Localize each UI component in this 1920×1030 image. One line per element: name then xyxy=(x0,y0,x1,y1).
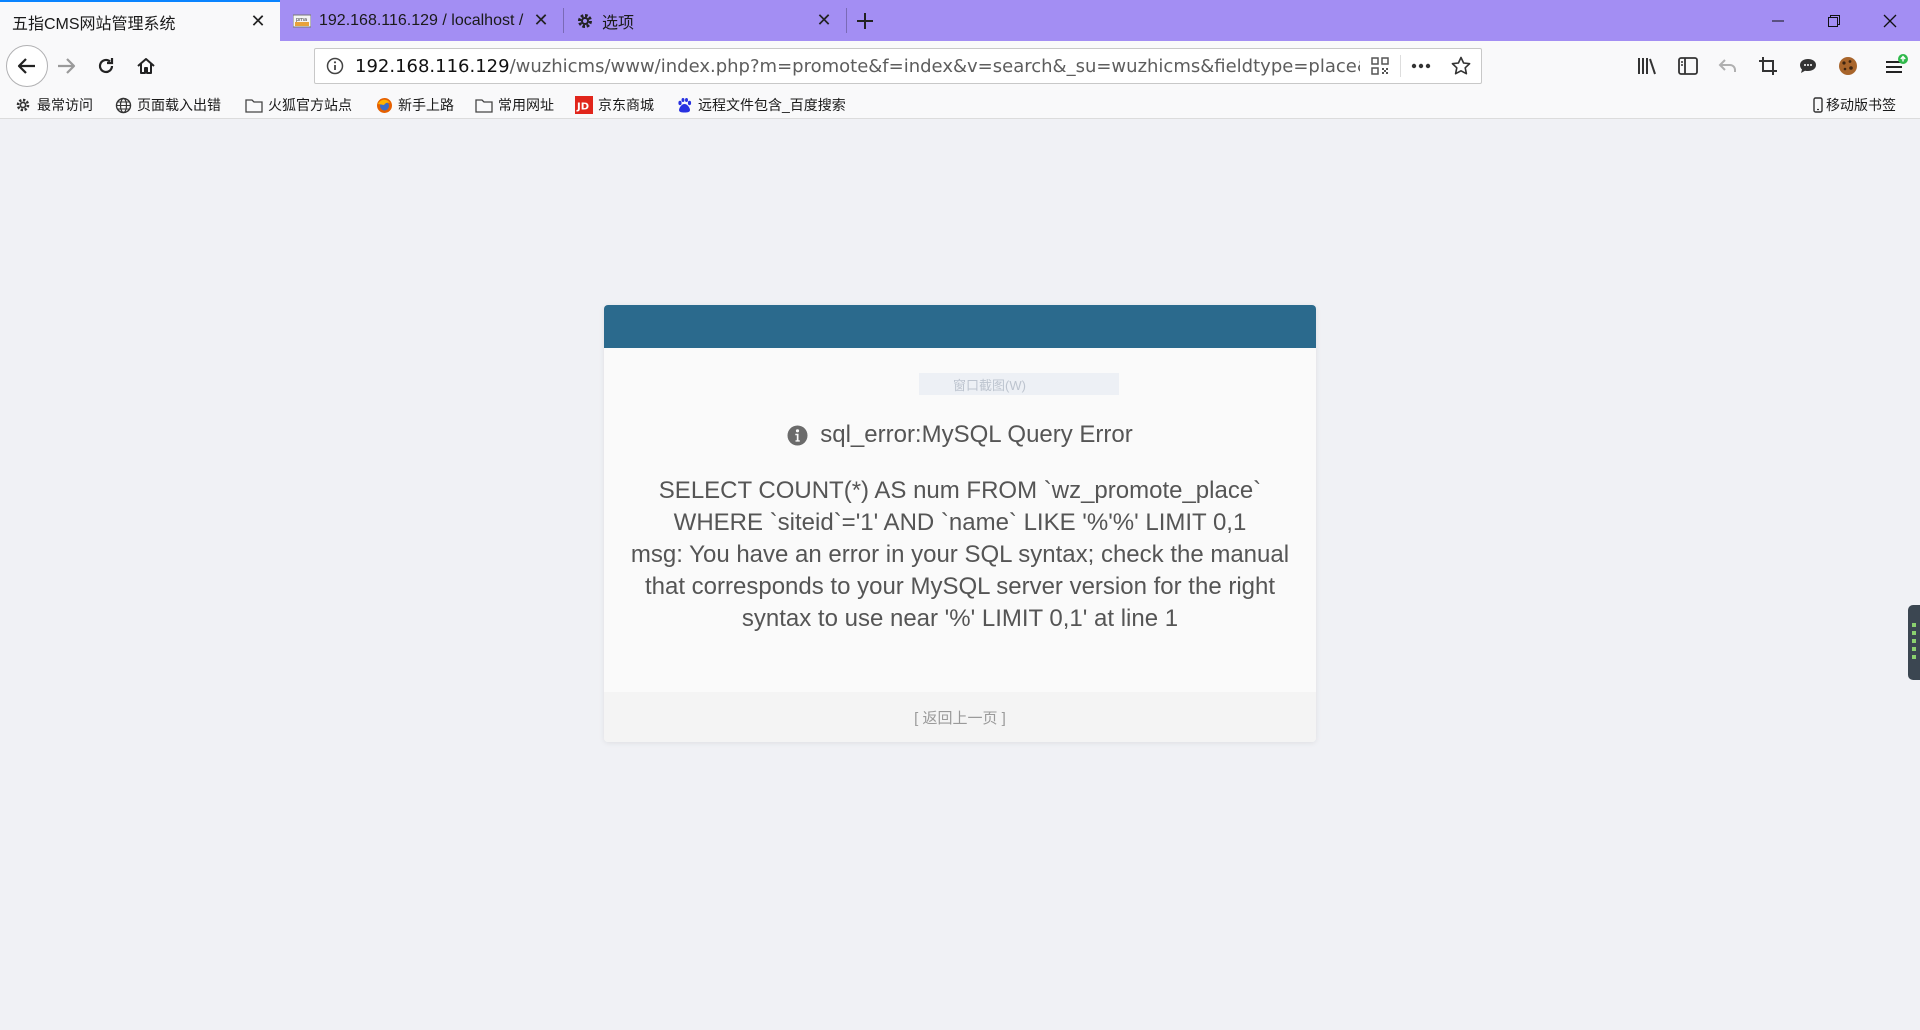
page-content: 窗口截图(W) sql_error:MySQL Query Error SELE… xyxy=(0,120,1920,1030)
bookmark-label: 移动版书签 xyxy=(1826,97,1896,113)
dialog-footer: [ 返回上一页 ] xyxy=(604,692,1316,742)
bookmark-jd[interactable]: JD 京东商城 xyxy=(575,94,654,116)
close-tab-icon[interactable]: ✕ xyxy=(248,11,268,32)
url-path: /wuzhicms/www/index.php?m=promote&f=inde… xyxy=(509,55,1360,77)
url-text[interactable]: 192.168.116.129/wuzhicms/www/index.php?m… xyxy=(355,56,1360,77)
tab-wuzhicms[interactable]: 五指CMS网站管理系统 ✕ xyxy=(0,0,280,41)
undo-close-tab-icon[interactable] xyxy=(1710,48,1746,84)
reload-button[interactable] xyxy=(88,48,124,84)
jd-icon: JD xyxy=(575,96,593,114)
bookmark-label: 页面载入出错 xyxy=(137,97,221,113)
new-tab-button[interactable] xyxy=(848,4,882,38)
globe-icon xyxy=(114,96,132,114)
tab-title: 选项 xyxy=(602,14,635,32)
error-message: SELECT COUNT(*) AS num FROM `wz_promote_… xyxy=(624,475,1296,635)
bookmark-star-icon[interactable] xyxy=(1441,49,1481,83)
main-menu-icon[interactable] xyxy=(1878,48,1914,84)
bookmark-most-visited[interactable]: 最常访问 xyxy=(14,94,93,116)
tab-title: 192.168.116.129 / localhost / xyxy=(319,11,524,29)
bookmark-mobile[interactable]: 移动版书签 xyxy=(1812,94,1896,116)
tab-separator xyxy=(846,8,847,33)
tab-phpmyadmin[interactable]: pma 192.168.116.129 / localhost / ✕ xyxy=(281,0,563,41)
screenshot-crop-icon[interactable] xyxy=(1750,48,1786,84)
phpmyadmin-favicon-icon: pma xyxy=(293,12,311,30)
info-circle-icon xyxy=(787,425,808,445)
error-query: SELECT COUNT(*) AS num FROM `wz_promote_… xyxy=(658,477,1262,536)
url-bar[interactable]: 192.168.116.129/wuzhicms/www/index.php?m… xyxy=(314,48,1482,84)
forward-button[interactable] xyxy=(48,48,84,84)
tab-strip: 五指CMS网站管理系统 ✕ pma 192.168.116.129 / loca… xyxy=(0,0,1920,41)
library-icon[interactable] xyxy=(1630,48,1666,84)
bookmark-label: 最常访问 xyxy=(37,97,93,113)
baidu-icon xyxy=(675,96,693,114)
bookmark-label: 远程文件包含_百度搜索 xyxy=(698,97,846,113)
firefox-icon xyxy=(375,96,393,114)
back-button[interactable] xyxy=(6,45,48,87)
error-title-text: sql_error:MySQL Query Error xyxy=(820,421,1133,448)
mobile-icon xyxy=(1812,96,1824,114)
info-icon[interactable] xyxy=(315,49,355,83)
gear-icon xyxy=(576,12,594,30)
tab-title: 五指CMS网站管理系统 xyxy=(12,15,176,33)
cookie-extension-icon[interactable] xyxy=(1830,48,1866,84)
restore-button[interactable] xyxy=(1806,0,1862,41)
error-title: sql_error:MySQL Query Error xyxy=(604,421,1316,449)
tab-options[interactable]: 选项 ✕ xyxy=(564,0,846,41)
bookmark-common-sites[interactable]: 常用网址 xyxy=(475,94,554,116)
svg-text:JD: JD xyxy=(576,102,589,113)
bookmark-page-load-error[interactable]: 页面载入出错 xyxy=(114,94,221,116)
back-link[interactable]: [ 返回上一页 ] xyxy=(914,707,1006,728)
error-msg: msg: You have an error in your SQL synta… xyxy=(630,541,1290,632)
close-window-button[interactable] xyxy=(1862,0,1918,41)
error-dialog: 窗口截图(W) sql_error:MySQL Query Error SELE… xyxy=(604,305,1316,742)
bookmark-label: 火狐官方站点 xyxy=(268,97,352,113)
bookmark-label: 新手上路 xyxy=(398,97,454,113)
folder-icon xyxy=(245,96,263,114)
close-tab-icon[interactable]: ✕ xyxy=(814,10,834,31)
bookmark-baidu-search[interactable]: 远程文件包含_百度搜索 xyxy=(675,94,846,116)
bookmarks-toolbar: 最常访问 页面载入出错 火狐官方站点 新手上路 常用网址 JD 京东商城 远程文… xyxy=(0,91,1920,119)
bookmark-label: 京东商城 xyxy=(598,97,654,113)
chat-bubble-icon[interactable] xyxy=(1790,48,1826,84)
sidebar-icon[interactable] xyxy=(1670,48,1706,84)
gear-icon xyxy=(14,96,32,114)
svg-text:pma: pma xyxy=(296,17,307,23)
bookmark-firefox-official[interactable]: 火狐官方站点 xyxy=(245,94,352,116)
bookmark-getting-started[interactable]: 新手上路 xyxy=(375,94,454,116)
screenshot-tooltip: 窗口截图(W) xyxy=(919,373,1119,395)
page-actions-icon[interactable] xyxy=(1401,49,1441,83)
dialog-header xyxy=(604,305,1316,348)
bookmark-label: 常用网址 xyxy=(498,97,554,113)
navigation-toolbar: 192.168.116.129/wuzhicms/www/index.php?m… xyxy=(0,41,1920,91)
qr-code-icon[interactable] xyxy=(1360,49,1400,83)
side-widget-handle[interactable] xyxy=(1908,605,1920,680)
home-button[interactable] xyxy=(128,48,164,84)
close-tab-icon[interactable]: ✕ xyxy=(531,10,551,31)
minimize-button[interactable] xyxy=(1750,0,1806,41)
url-host: 192.168.116.129 xyxy=(355,55,510,77)
folder-icon xyxy=(475,96,493,114)
